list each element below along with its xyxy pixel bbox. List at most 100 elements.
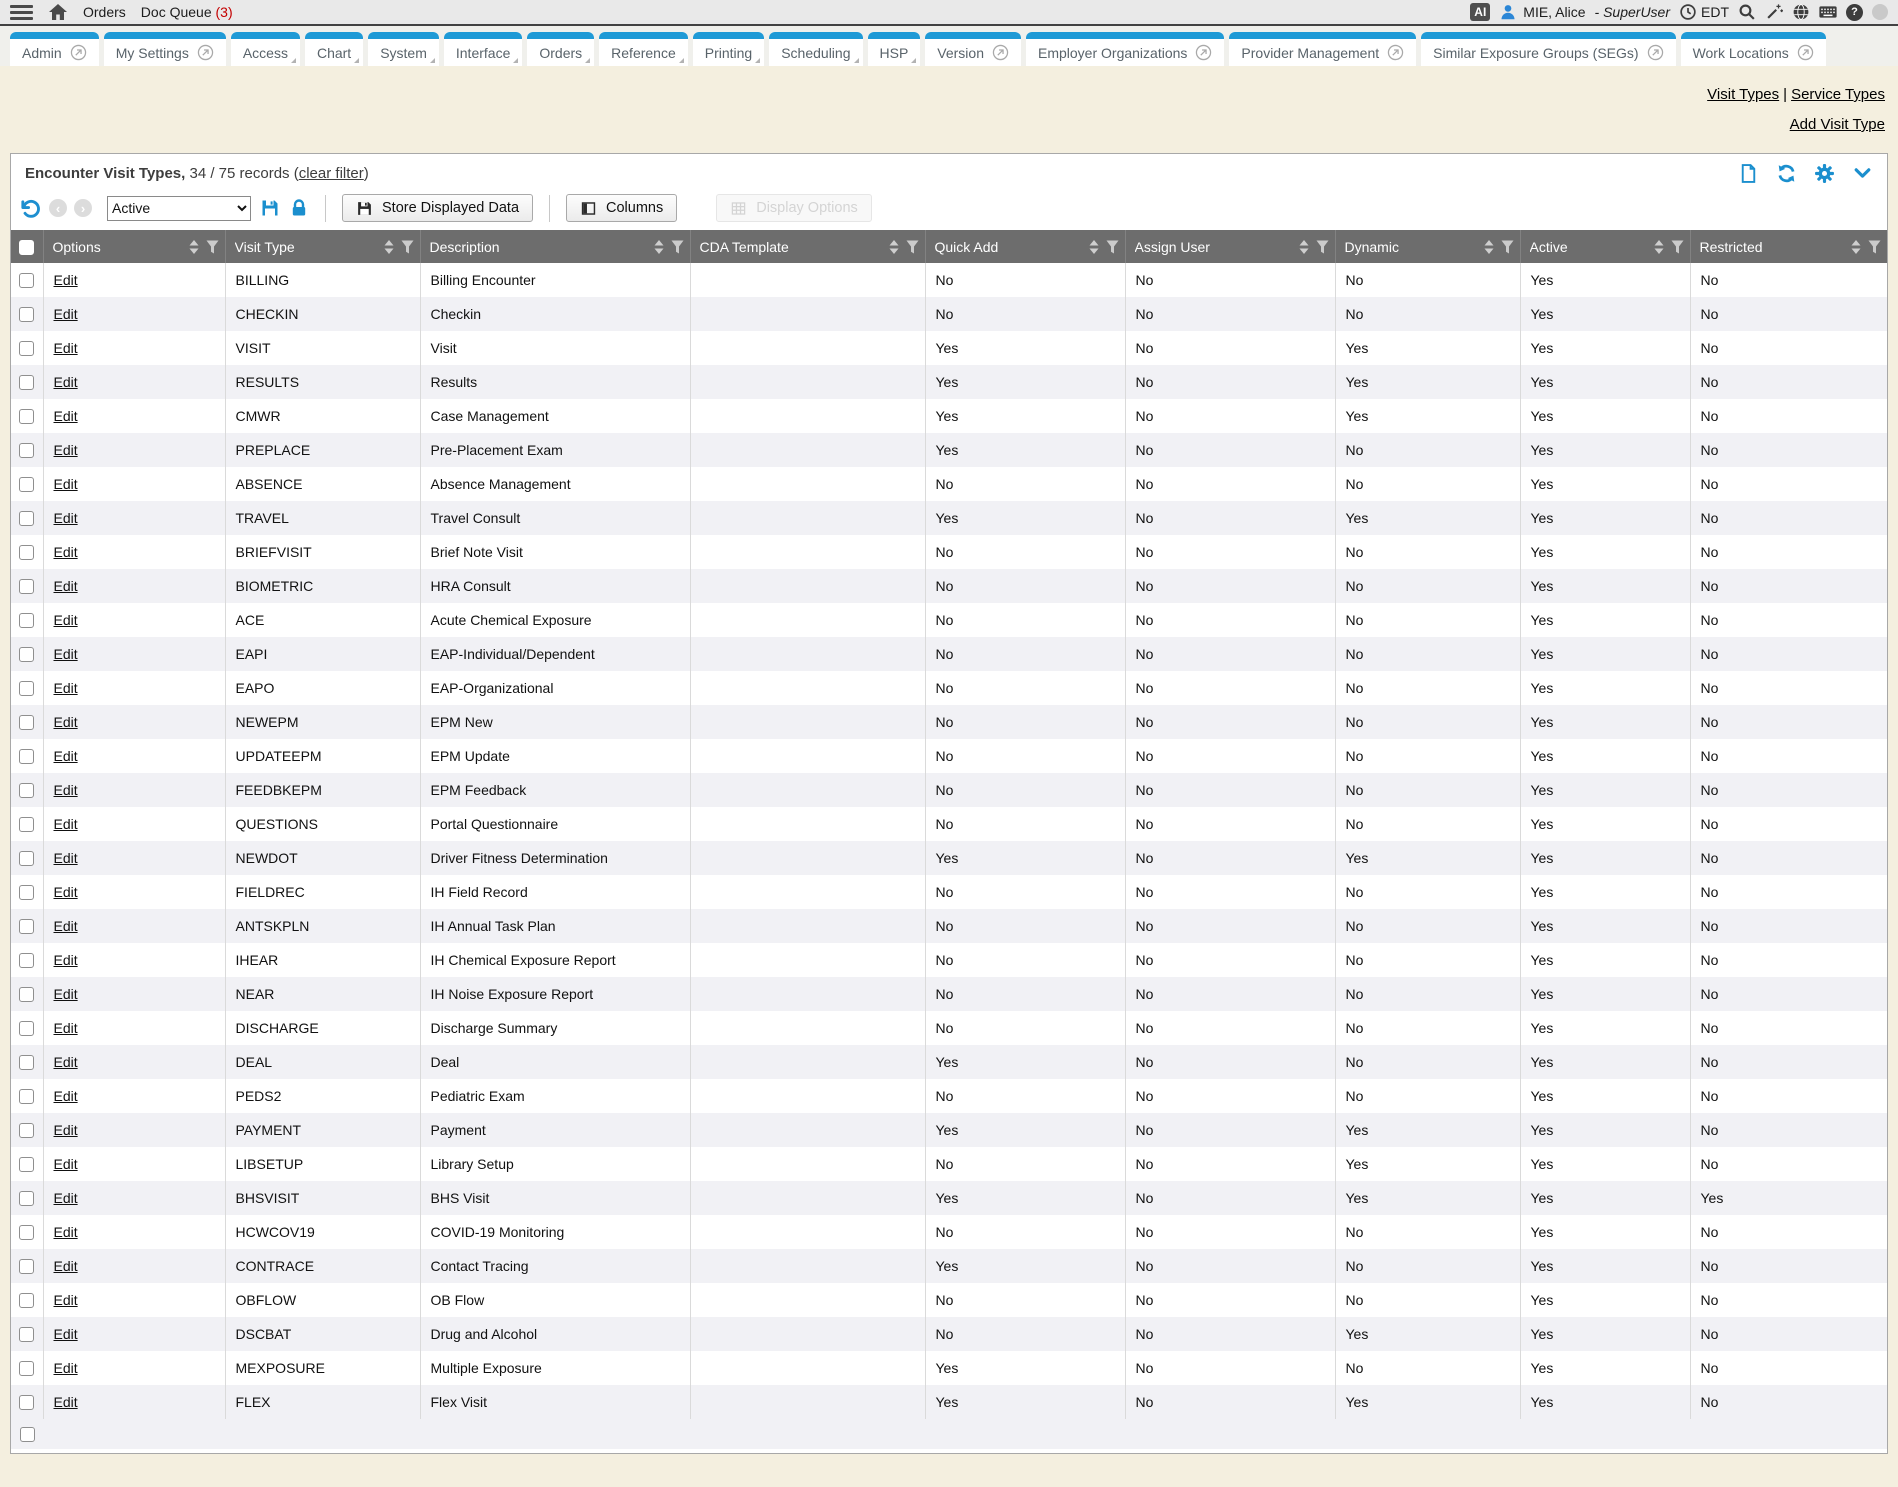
row-checkbox[interactable] — [19, 681, 34, 696]
row-checkbox[interactable] — [19, 1055, 34, 1070]
column-header-options[interactable]: Options — [43, 230, 225, 263]
row-checkbox[interactable] — [19, 715, 34, 730]
edit-link[interactable]: Edit — [54, 884, 78, 900]
hamburger-menu-icon[interactable] — [10, 5, 33, 20]
sort-icon[interactable] — [1851, 240, 1861, 254]
popup-arrow-icon[interactable] — [1387, 44, 1404, 61]
tab-similar-exposure-groups-segs[interactable]: Similar Exposure Groups (SEGs) — [1421, 32, 1675, 66]
edit-link[interactable]: Edit — [54, 1360, 78, 1376]
edit-link[interactable]: Edit — [54, 1394, 78, 1410]
store-displayed-data-button[interactable]: Store Displayed Data — [342, 194, 533, 222]
row-checkbox[interactable] — [19, 885, 34, 900]
edit-link[interactable]: Edit — [54, 1292, 78, 1308]
column-header-assign-user[interactable]: Assign User — [1125, 230, 1335, 263]
filter-icon[interactable] — [1671, 240, 1684, 254]
popup-arrow-icon[interactable] — [1195, 44, 1212, 61]
new-document-icon[interactable] — [1738, 163, 1759, 184]
sort-icon[interactable] — [1299, 240, 1309, 254]
row-checkbox[interactable] — [19, 1123, 34, 1138]
edit-link[interactable]: Edit — [54, 1122, 78, 1138]
sort-icon[interactable] — [889, 240, 899, 254]
column-header-quick-add[interactable]: Quick Add — [925, 230, 1125, 263]
row-checkbox[interactable] — [19, 1225, 34, 1240]
edit-link[interactable]: Edit — [54, 714, 78, 730]
add-visit-type-link[interactable]: Add Visit Type — [1790, 116, 1885, 133]
filter-icon[interactable] — [401, 240, 414, 254]
undo-icon[interactable] — [19, 197, 42, 220]
edit-link[interactable]: Edit — [54, 646, 78, 662]
keyboard-icon[interactable] — [1819, 3, 1837, 21]
tab-chart[interactable]: Chart — [305, 32, 363, 66]
sort-icon[interactable] — [1484, 240, 1494, 254]
column-header-visit-type[interactable]: Visit Type — [225, 230, 420, 263]
wand-icon[interactable] — [1765, 3, 1783, 21]
edit-link[interactable]: Edit — [54, 306, 78, 322]
row-checkbox[interactable] — [19, 987, 34, 1002]
row-checkbox[interactable] — [19, 579, 34, 594]
tab-my-settings[interactable]: My Settings — [104, 32, 226, 66]
refresh-icon[interactable] — [1776, 163, 1797, 184]
edit-link[interactable]: Edit — [54, 816, 78, 832]
edit-link[interactable]: Edit — [54, 1190, 78, 1206]
tab-admin[interactable]: Admin — [10, 32, 99, 66]
row-checkbox[interactable] — [19, 1361, 34, 1376]
clear-filter-link[interactable]: clear filter — [299, 165, 364, 182]
timezone-control[interactable]: EDT — [1679, 3, 1729, 21]
row-checkbox[interactable] — [19, 749, 34, 764]
edit-link[interactable]: Edit — [54, 680, 78, 696]
edit-link[interactable]: Edit — [54, 1088, 78, 1104]
home-icon[interactable] — [48, 3, 68, 21]
edit-link[interactable]: Edit — [54, 340, 78, 356]
edit-link[interactable]: Edit — [54, 1326, 78, 1342]
edit-link[interactable]: Edit — [54, 1258, 78, 1274]
user-menu[interactable]: MIE, Alice - SuperUser — [1499, 3, 1670, 21]
tab-hsp[interactable]: HSP — [868, 32, 921, 66]
edit-link[interactable]: Edit — [54, 544, 78, 560]
sort-icon[interactable] — [654, 240, 664, 254]
edit-link[interactable]: Edit — [54, 476, 78, 492]
row-checkbox[interactable] — [19, 273, 34, 288]
row-checkbox[interactable] — [19, 953, 34, 968]
row-checkbox[interactable] — [19, 307, 34, 322]
filter-icon[interactable] — [1106, 240, 1119, 254]
row-checkbox[interactable] — [19, 511, 34, 526]
filter-icon[interactable] — [1316, 240, 1329, 254]
orders-link[interactable]: Orders — [83, 4, 126, 20]
sort-icon[interactable] — [189, 240, 199, 254]
next-page-icon[interactable]: › — [74, 199, 92, 217]
edit-link[interactable]: Edit — [54, 1224, 78, 1240]
service-types-link[interactable]: Service Types — [1791, 86, 1885, 103]
doc-queue-link[interactable]: Doc Queue (3) — [141, 4, 233, 20]
tab-orders[interactable]: Orders — [527, 32, 594, 66]
column-header-active[interactable]: Active — [1520, 230, 1690, 263]
edit-link[interactable]: Edit — [54, 748, 78, 764]
columns-button[interactable]: Columns — [566, 194, 677, 222]
edit-link[interactable]: Edit — [54, 918, 78, 934]
tab-scheduling[interactable]: Scheduling — [769, 32, 862, 66]
ai-badge[interactable]: AI — [1470, 3, 1490, 21]
filter-icon[interactable] — [906, 240, 919, 254]
filter-icon[interactable] — [1501, 240, 1514, 254]
globe-icon[interactable] — [1792, 3, 1810, 21]
tab-work-locations[interactable]: Work Locations — [1681, 32, 1826, 66]
row-checkbox[interactable] — [19, 851, 34, 866]
filter-icon[interactable] — [206, 240, 219, 254]
row-checkbox[interactable] — [19, 1293, 34, 1308]
tab-interface[interactable]: Interface — [444, 32, 522, 66]
row-checkbox[interactable] — [19, 1259, 34, 1274]
tab-access[interactable]: Access — [231, 32, 300, 66]
help-icon[interactable]: ? — [1846, 4, 1863, 21]
row-checkbox[interactable] — [19, 1327, 34, 1342]
row-checkbox[interactable] — [19, 477, 34, 492]
row-checkbox[interactable] — [19, 647, 34, 662]
column-header-restricted[interactable]: Restricted — [1690, 230, 1887, 263]
edit-link[interactable]: Edit — [54, 1020, 78, 1036]
row-checkbox[interactable] — [19, 443, 34, 458]
tab-printing[interactable]: Printing — [693, 32, 764, 66]
tab-version[interactable]: Version — [925, 32, 1021, 66]
select-all-checkbox[interactable] — [19, 240, 34, 255]
gear-icon[interactable] — [1814, 163, 1835, 184]
edit-link[interactable]: Edit — [54, 952, 78, 968]
row-checkbox[interactable] — [19, 1089, 34, 1104]
edit-link[interactable]: Edit — [54, 272, 78, 288]
